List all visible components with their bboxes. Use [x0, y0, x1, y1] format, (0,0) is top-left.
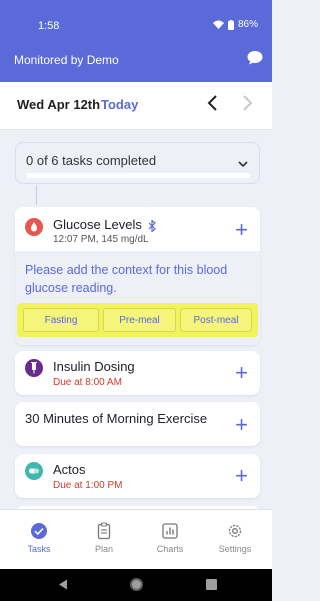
tab-label: Tasks [27, 544, 51, 554]
tab-plan[interactable]: Plan [74, 522, 134, 554]
task-title: 30 Minutes of Morning Exercise [25, 411, 208, 426]
status-icons: 86% [212, 19, 258, 30]
task-title: Glucose Levels [53, 217, 142, 232]
back-icon[interactable] [58, 579, 68, 590]
tab-label: Charts [156, 544, 184, 554]
date-bar: Wed Apr 12th Today [0, 82, 272, 130]
system-navigation-bar [0, 569, 272, 601]
syringe-icon [25, 359, 43, 377]
chart-icon [162, 523, 178, 539]
glucose-context-panel: Please add the context for this blood gl… [15, 251, 260, 345]
add-glucose-button[interactable]: + [235, 219, 248, 241]
status-time: 1:58 [38, 20, 60, 32]
app-title: Monitored by Demo [14, 53, 119, 67]
tab-charts[interactable]: Charts [140, 522, 200, 554]
gear-icon [228, 524, 242, 538]
app-bar: Monitored by Demo [0, 40, 272, 82]
previous-day-button[interactable] [206, 94, 220, 117]
status-bar: 1:58 86% [0, 0, 272, 40]
tab-label: Plan [94, 544, 113, 554]
chevron-left-icon [207, 95, 217, 111]
task-card-insulin[interactable]: Insulin Dosing Due at 8:00 AM + [15, 351, 260, 395]
clipboard-icon [97, 522, 111, 540]
tab-label: Settings [218, 544, 252, 554]
pre-meal-button[interactable]: Pre-meal [103, 308, 176, 332]
add-actos-button[interactable]: + [235, 465, 248, 487]
add-insulin-button[interactable]: + [235, 362, 248, 384]
chat-bubble-icon [247, 51, 263, 65]
current-date: Wed Apr 12th [17, 97, 101, 112]
task-title: Insulin Dosing [53, 359, 135, 374]
recent-apps-button[interactable] [206, 579, 217, 590]
task-card-glucose[interactable]: Glucose Levels 12:07 PM, 145 mg/dL + Ple… [15, 207, 260, 345]
bluetooth-icon [148, 219, 156, 237]
battery-percent: 86% [237, 19, 258, 30]
tab-tasks[interactable]: Tasks [9, 522, 69, 554]
check-circle-icon [31, 523, 47, 539]
task-due: Due at 1:00 PM [53, 480, 123, 491]
chat-button[interactable] [247, 50, 263, 70]
progress-track [26, 173, 250, 178]
today-button[interactable]: Today [101, 97, 138, 112]
add-exercise-button[interactable]: + [235, 414, 248, 436]
chevron-down-icon [237, 155, 249, 173]
timeline-connector [36, 185, 37, 205]
fasting-button[interactable]: Fasting [23, 308, 99, 332]
context-message: Please add the context for this blood gl… [25, 263, 228, 295]
task-due: Due at 8:00 AM [53, 377, 122, 388]
chevron-right-icon [243, 95, 253, 111]
post-meal-button[interactable]: Post-meal [180, 308, 252, 332]
progress-label: 0 of 6 tasks completed [26, 153, 157, 168]
tasks-progress-dropdown[interactable]: 0 of 6 tasks completed [15, 142, 260, 184]
task-card-exercise[interactable]: 30 Minutes of Morning Exercise + [15, 402, 260, 446]
battery-icon [227, 19, 234, 30]
next-day-button[interactable] [240, 94, 254, 117]
task-title: Actos [53, 462, 86, 477]
bottom-tab-bar: Tasks Plan Charts Settings [0, 509, 272, 569]
tab-settings[interactable]: Settings [205, 522, 265, 554]
home-button[interactable] [130, 578, 143, 591]
glucose-reading: 12:07 PM, 145 mg/dL [53, 234, 149, 245]
wifi-icon [212, 20, 224, 29]
blood-drop-icon [25, 218, 43, 236]
task-card-actos[interactable]: Actos Due at 1:00 PM + [15, 454, 260, 498]
pill-icon [25, 462, 43, 480]
